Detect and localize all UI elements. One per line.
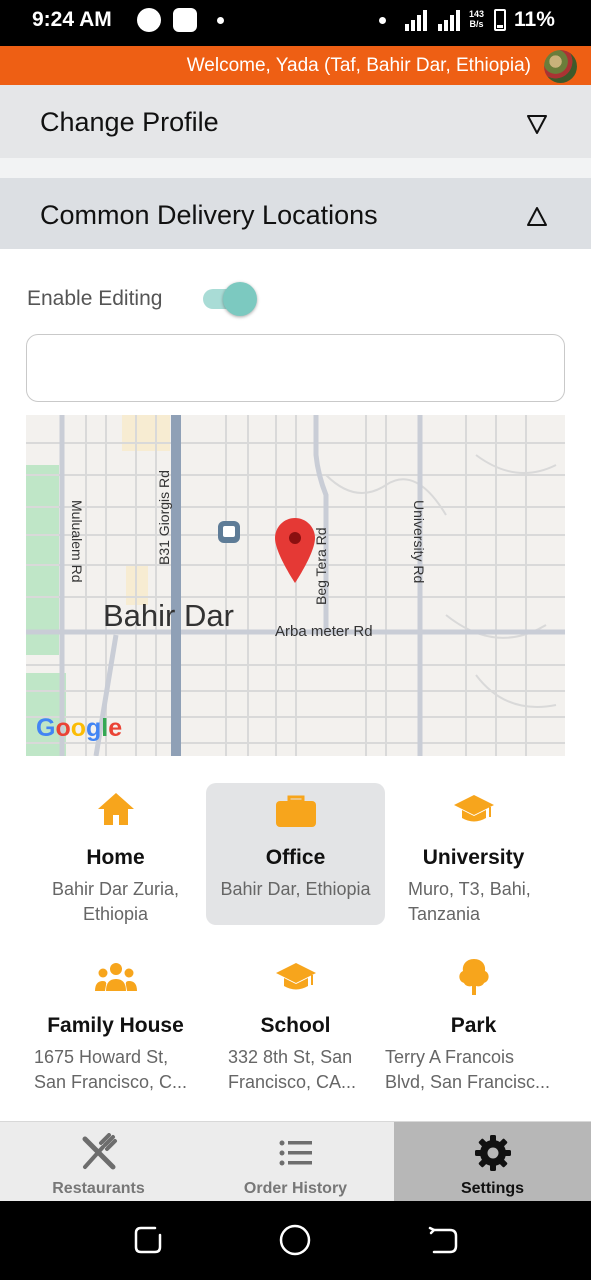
triangle-up-icon[interactable] [525, 204, 549, 228]
map-city-label: Bahir Dar [103, 598, 234, 633]
location-address: Bahir Dar, Ethiopia [220, 879, 371, 899]
notification-dot-icon [379, 17, 386, 24]
triangle-down-icon[interactable] [525, 112, 549, 136]
bottom-navigation: Restaurants Order History Settings [0, 1121, 591, 1202]
location-name: Family House [47, 1014, 184, 1037]
signal-icon [438, 10, 460, 31]
status-time: 9:24 AM [32, 8, 112, 31]
toggle-knob [223, 282, 257, 316]
delivery-locations-title: Common Delivery Locations [40, 200, 378, 230]
location-card-university[interactable]: University Muro, T3, Bahi, Tanzania [384, 783, 563, 925]
battery-percent: 11% [514, 8, 555, 31]
street-label-arba-meter: Arba meter Rd [275, 623, 373, 640]
network-speed: 143 B/s [469, 9, 485, 29]
location-card-park[interactable]: Park Terry A Francois Blvd, San Francisc.… [384, 951, 563, 1093]
shopping-bag-notification-icon [173, 8, 197, 32]
enable-editing-label: Enable Editing [27, 287, 163, 310]
graduation-cap-icon [453, 795, 494, 822]
section-divider [0, 158, 591, 178]
location-search-input[interactable] [26, 334, 565, 402]
delivery-locations-header[interactable]: Common Delivery Locations [0, 178, 591, 249]
user-avatar[interactable] [544, 50, 577, 83]
enable-editing-toggle[interactable] [203, 282, 257, 316]
battery-icon [494, 9, 506, 31]
status-bar: 9:24 AM 143 B/s 11% [0, 0, 591, 46]
location-address: Bahir Dar Zuria, Ethiopia [51, 879, 180, 924]
street-label-mulualem: Mulualem Rd [69, 500, 85, 582]
change-profile-title: Change Profile [40, 107, 219, 137]
system-navigation-bar [0, 1201, 591, 1280]
people-icon [94, 963, 137, 991]
street-label-giorgis: B31 Giorgis Rd [156, 470, 172, 565]
notification-dot-icon [217, 17, 224, 24]
fork-knife-icon [82, 1133, 117, 1170]
location-name: Home [86, 846, 145, 869]
location-address: Terry A Francois Blvd, San Francisc... [385, 1047, 551, 1092]
location-card-family-house[interactable]: Family House 1675 Howard St, San Francisc… [26, 951, 205, 1093]
location-name: University [422, 846, 525, 869]
change-profile-header[interactable]: Change Profile [0, 85, 591, 158]
nav-order-history-label: Order History [243, 1180, 348, 1197]
nav-order-history[interactable]: Order History [197, 1122, 394, 1202]
tree-icon [458, 959, 489, 995]
home-icon [97, 793, 134, 825]
location-name: Park [450, 1014, 497, 1037]
street-label-university: University Rd [411, 500, 427, 583]
bus-stop-icon[interactable] [218, 521, 240, 543]
gear-icon [474, 1135, 511, 1171]
location-card-school[interactable]: School 332 8th St, San Francisco, CA... [206, 951, 385, 1093]
google-logo: Google [36, 714, 122, 742]
list-icon [279, 1140, 312, 1166]
nav-restaurants-label: Restaurants [52, 1180, 145, 1197]
nav-settings-label: Settings [460, 1180, 525, 1197]
location-name: School [260, 1014, 331, 1037]
location-card-home[interactable]: Home Bahir Dar Zuria, Ethiopia [26, 783, 205, 925]
nav-restaurants[interactable]: Restaurants [0, 1122, 197, 1202]
briefcase-icon [275, 795, 316, 827]
location-card-office[interactable]: Office Bahir Dar, Ethiopia [206, 783, 385, 925]
home-button-icon[interactable] [278, 1223, 312, 1257]
signal-icon [405, 10, 427, 31]
map-view[interactable]: Mulualem Rd B31 Giorgis Rd Beg Tera Rd U… [26, 415, 565, 756]
location-address: 1675 Howard St, San Francisco, C... [34, 1047, 188, 1092]
graduation-cap-icon [275, 963, 316, 990]
street-label-begtera: Beg Tera Rd [313, 527, 329, 605]
location-name: Office [265, 846, 326, 869]
nav-settings[interactable]: Settings [394, 1122, 591, 1202]
welcome-text: Welcome, Yada (Taf, Bahir Dar, Ethiopia) [186, 55, 531, 76]
location-address: 332 8th St, San Francisco, CA... [228, 1047, 357, 1092]
recent-apps-icon[interactable] [131, 1223, 165, 1257]
welcome-bar: Welcome, Yada (Taf, Bahir Dar, Ethiopia) [0, 46, 591, 85]
back-icon[interactable] [426, 1223, 460, 1257]
app-notification-icon [137, 8, 161, 32]
location-address: Muro, T3, Bahi, Tanzania [408, 879, 531, 924]
